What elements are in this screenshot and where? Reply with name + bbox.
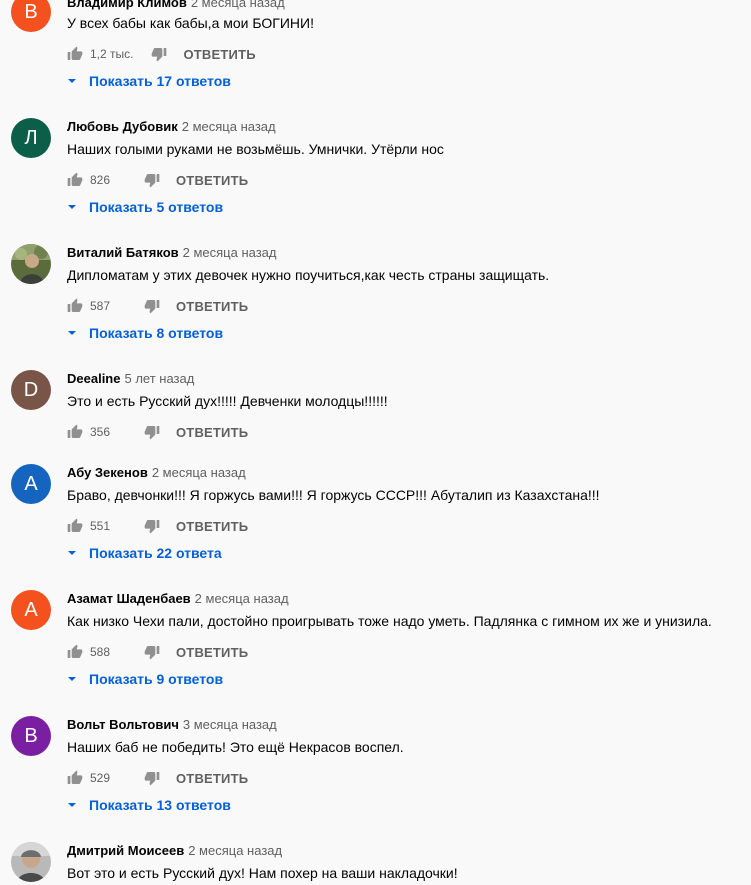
like-count: 826	[90, 173, 111, 187]
comment-header: Deealine 5 лет назад	[67, 371, 194, 387]
like-count: 356	[90, 425, 111, 439]
like-count: 551	[90, 519, 111, 533]
show-replies-button[interactable]: Показать 17 ответов	[67, 71, 231, 91]
author-name[interactable]: Виталий Батяков	[67, 245, 179, 260]
like-count: 588	[90, 645, 111, 659]
avatar[interactable]: В	[11, 0, 51, 32]
comment-time[interactable]: 5 лет назад	[124, 371, 194, 386]
show-replies-button[interactable]: Показать 8 ответов	[67, 323, 223, 343]
comment-actions: 588 ОТВЕТИТЬ	[67, 640, 248, 664]
comment-time[interactable]: 2 месяца назад	[188, 843, 282, 858]
reply-button[interactable]: ОТВЕТИТЬ	[176, 299, 248, 314]
reply-button[interactable]: ОТВЕТИТЬ	[176, 173, 248, 188]
thumbs-down-icon[interactable]	[144, 770, 160, 786]
show-replies-label: Показать 17 ответов	[89, 73, 231, 89]
comment-actions: 587 ОТВЕТИТЬ	[67, 294, 248, 318]
thumbs-down-icon[interactable]	[144, 644, 160, 660]
comment-header: Виталий Батяков 2 месяца назад	[67, 245, 277, 261]
reply-button[interactable]: ОТВЕТИТЬ	[176, 645, 248, 660]
comment-time[interactable]: 2 месяца назад	[195, 591, 289, 606]
avatar[interactable]: Л	[11, 118, 51, 158]
comment-header: Вольт Вольтович 3 месяца назад	[67, 717, 277, 733]
avatar[interactable]	[11, 244, 51, 284]
thumbs-up-icon[interactable]	[67, 424, 83, 440]
comment-text: Наших баб не победить! Это ещё Некрасов …	[67, 739, 404, 755]
author-name[interactable]: Владимир Климов	[67, 0, 187, 10]
comment-time[interactable]: 2 месяца назад	[183, 245, 277, 260]
comment-text: У всех бабы как бабы,а мои БОГИНИ!	[67, 15, 314, 31]
thumbs-down-icon[interactable]	[144, 518, 160, 534]
thumbs-down-icon[interactable]	[144, 424, 160, 440]
show-replies-label: Показать 5 ответов	[89, 199, 224, 215]
thumbs-down-icon[interactable]	[144, 298, 160, 314]
comment-time[interactable]: 2 месяца назад	[191, 0, 285, 10]
comment-actions: 1,2 тыс. ОТВЕТИТЬ	[67, 42, 256, 66]
reply-button[interactable]: ОТВЕТИТЬ	[183, 47, 255, 62]
comment-header: Азамат Шаденбаев 2 месяца назад	[67, 591, 289, 607]
avatar[interactable]	[11, 842, 51, 882]
comment-time[interactable]: 3 месяца назад	[183, 717, 277, 732]
thumbs-up-icon[interactable]	[67, 172, 83, 188]
avatar[interactable]: A	[11, 464, 51, 504]
show-replies-label: Показать 8 ответов	[89, 325, 224, 341]
show-replies-button[interactable]: Показать 9 ответов	[67, 669, 223, 689]
author-name[interactable]: Дмитрий Моисеев	[67, 843, 184, 858]
comment-text: Вот это и есть Русский дух! Нам похер на…	[67, 865, 458, 881]
show-replies-label: Показать 22 ответа	[89, 545, 222, 561]
thumbs-down-icon[interactable]	[151, 46, 167, 62]
like-count: 587	[90, 299, 111, 313]
avatar-photo	[11, 842, 51, 882]
comment-header: Владимир Климов 2 месяца назад	[67, 0, 285, 11]
comment-actions: 826 ОТВЕТИТЬ	[67, 168, 248, 192]
comment-text: Наших голыми руками не возьмёшь. Умнички…	[67, 141, 444, 157]
comment-actions: 356 ОТВЕТИТЬ	[67, 420, 248, 444]
comment-text: Браво, девчонки!!! Я горжусь вами!!! Я г…	[67, 487, 600, 503]
thumbs-down-icon[interactable]	[144, 172, 160, 188]
like-count: 529	[90, 771, 111, 785]
chevron-down-icon	[67, 202, 77, 212]
show-replies-label: Показать 9 ответов	[89, 671, 224, 687]
comment-time[interactable]: 2 месяца назад	[182, 119, 276, 134]
show-replies-label: Показать 13 ответов	[89, 797, 231, 813]
comment-header: Дмитрий Моисеев 2 месяца назад	[67, 843, 282, 859]
author-name[interactable]: Азамат Шаденбаев	[67, 591, 191, 606]
author-name[interactable]: Любовь Дубовик	[67, 119, 178, 134]
show-replies-button[interactable]: Показать 22 ответа	[67, 543, 222, 563]
chevron-down-icon	[67, 674, 77, 684]
thumbs-up-icon[interactable]	[67, 644, 83, 660]
reply-button[interactable]: ОТВЕТИТЬ	[176, 519, 248, 534]
thumbs-up-icon[interactable]	[67, 770, 83, 786]
comment-text: Как низко Чехи пали, достойно проигрыват…	[67, 613, 712, 629]
author-name[interactable]: Deealine	[67, 371, 120, 386]
chevron-down-icon	[67, 76, 77, 86]
comment-actions: 529 ОТВЕТИТЬ	[67, 766, 248, 790]
avatar[interactable]: B	[11, 716, 51, 756]
chevron-down-icon	[67, 800, 77, 810]
author-name[interactable]: Абу Зекенов	[67, 465, 148, 480]
avatar-photo	[11, 244, 51, 284]
comment-time[interactable]: 2 месяца назад	[152, 465, 246, 480]
comment-header: Абу Зекенов 2 месяца назад	[67, 465, 246, 481]
avatar[interactable]: A	[11, 590, 51, 630]
chevron-down-icon	[67, 548, 77, 558]
like-count: 1,2 тыс.	[90, 47, 134, 61]
comment-header: Любовь Дубовик 2 месяца назад	[67, 119, 276, 135]
thumbs-up-icon[interactable]	[67, 298, 83, 314]
show-replies-button[interactable]: Показать 13 ответов	[67, 795, 231, 815]
reply-button[interactable]: ОТВЕТИТЬ	[176, 425, 248, 440]
comment-text: Дипломатам у этих девочек нужно поучитьс…	[67, 267, 550, 283]
reply-button[interactable]: ОТВЕТИТЬ	[176, 771, 248, 786]
author-name[interactable]: Вольт Вольтович	[67, 717, 179, 732]
thumbs-up-icon[interactable]	[67, 518, 83, 534]
thumbs-up-icon[interactable]	[67, 46, 83, 62]
chevron-down-icon	[67, 328, 77, 338]
comment-actions: 551 ОТВЕТИТЬ	[67, 514, 248, 538]
comment-text: Это и есть Русский дух!!!!! Девченки мол…	[67, 393, 388, 409]
avatar[interactable]: D	[11, 370, 51, 410]
show-replies-button[interactable]: Показать 5 ответов	[67, 197, 223, 217]
